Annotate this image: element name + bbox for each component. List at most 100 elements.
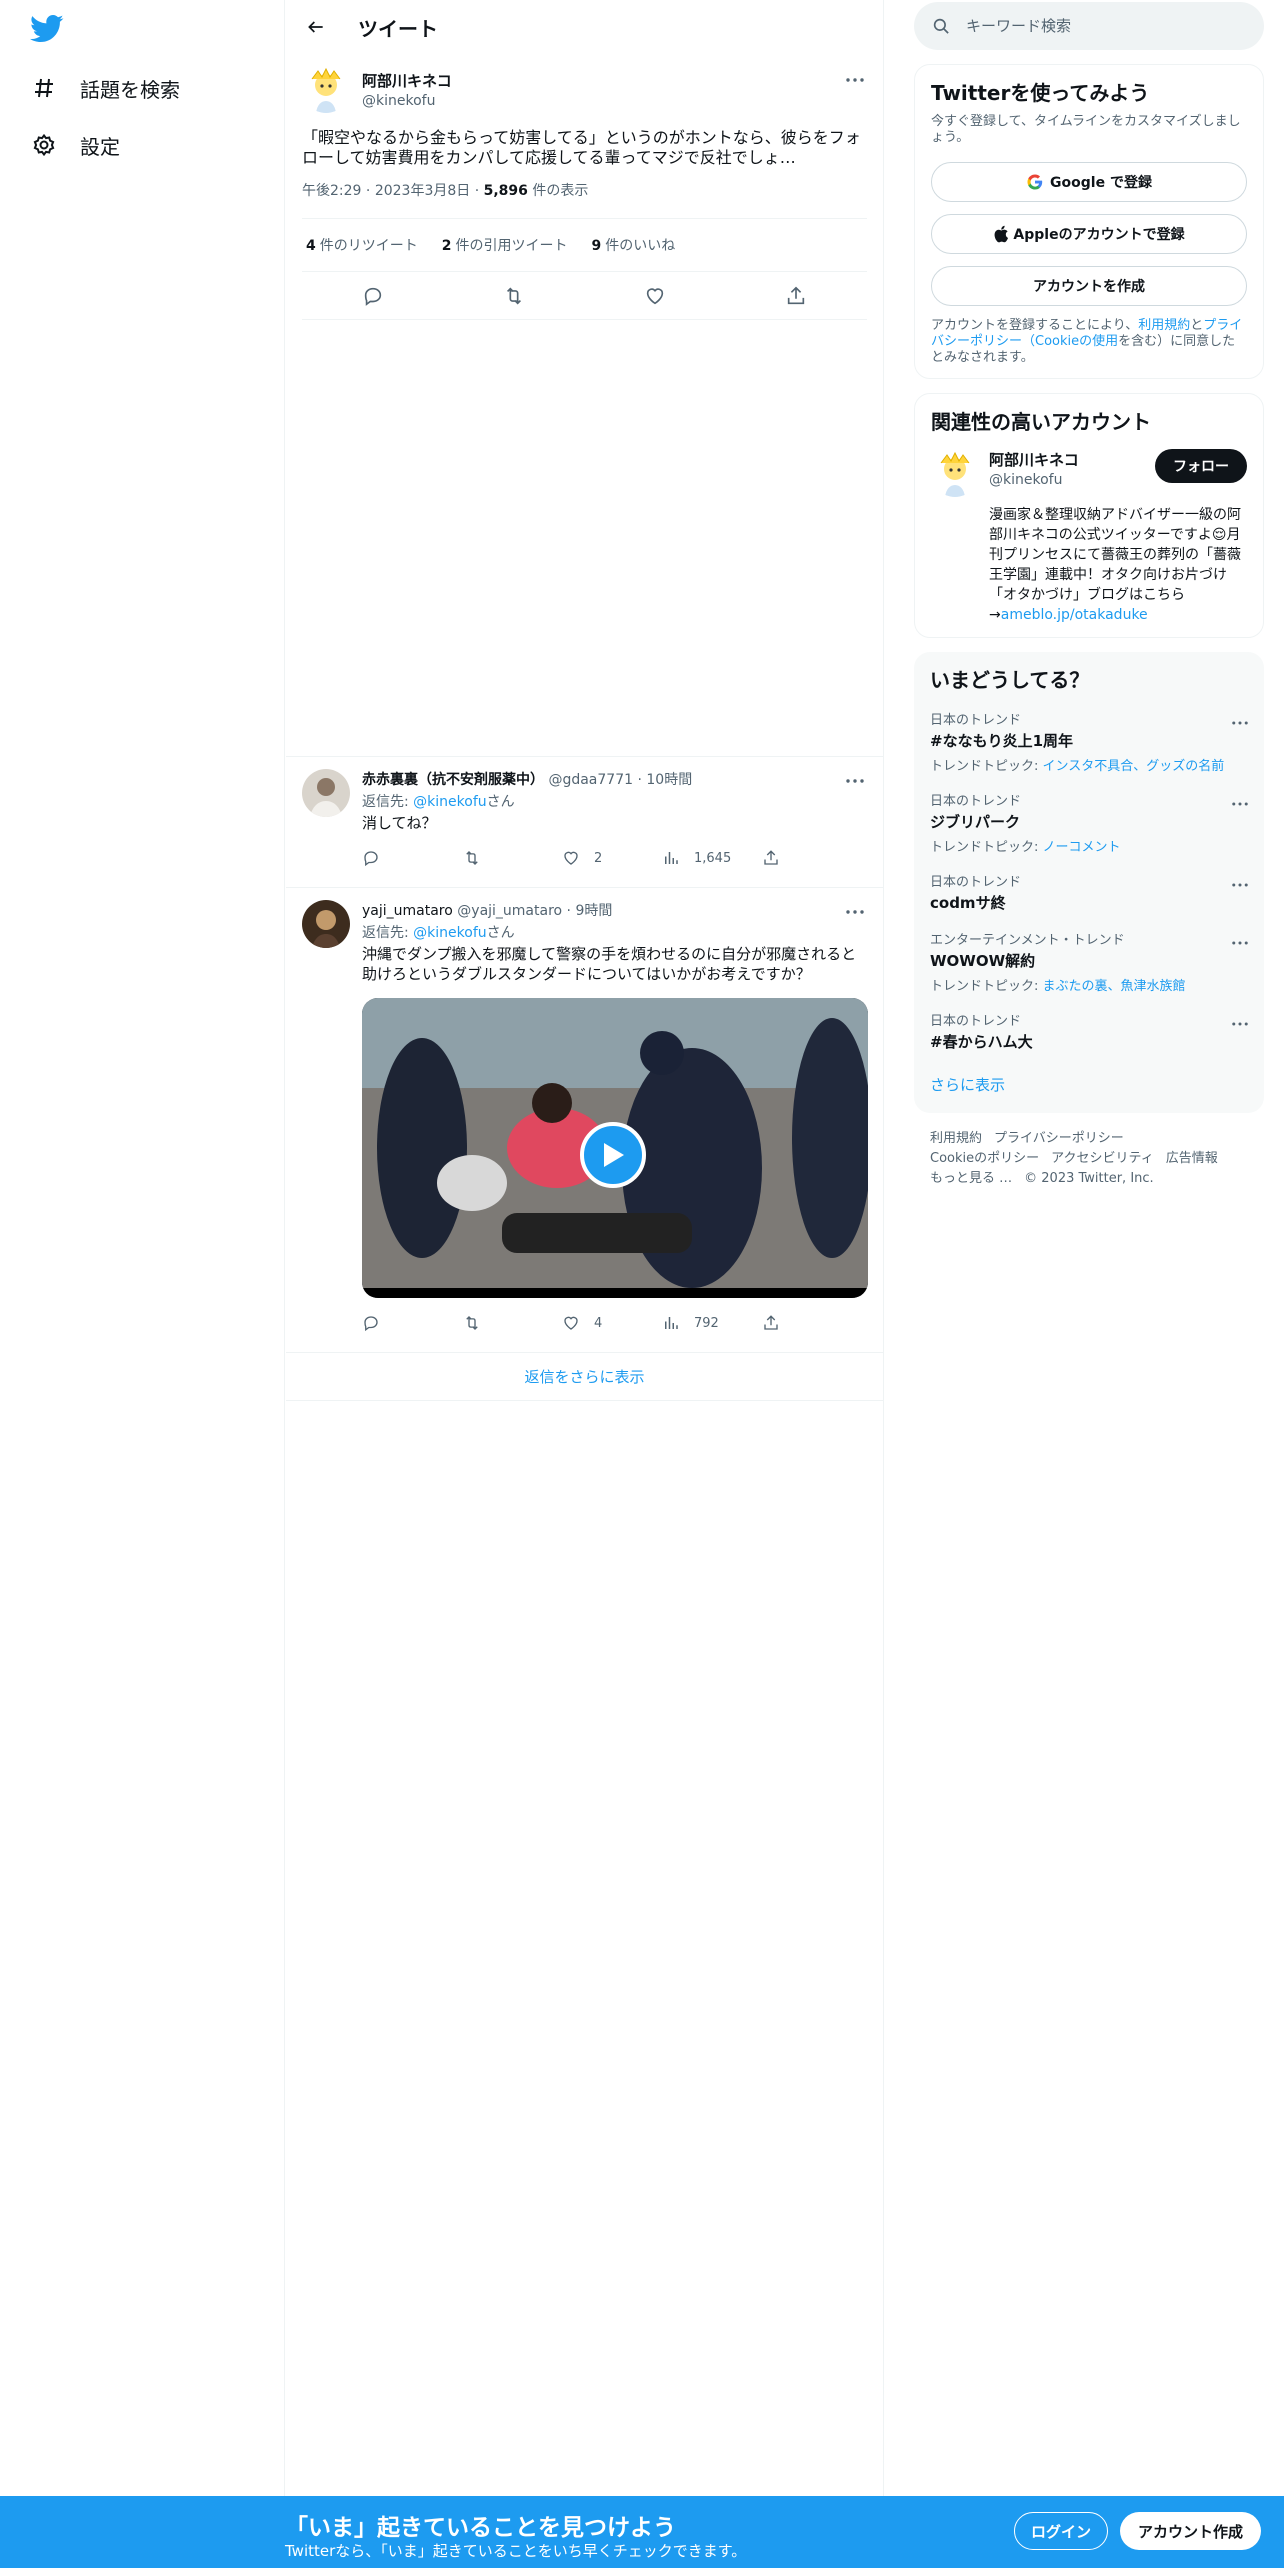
back-button[interactable] — [300, 11, 332, 43]
reply-author-name[interactable]: 赤赤裏裏（抗不安剤服薬中） — [362, 772, 544, 788]
terms-link[interactable]: 利用規約 — [1138, 318, 1190, 333]
trend-topic-link[interactable]: ノーコメント — [1043, 840, 1121, 855]
quotes-label: 件の引用ツイート — [455, 238, 568, 254]
search-input[interactable] — [966, 17, 1226, 35]
play-icon — [604, 1143, 624, 1167]
reply-author-name[interactable]: yaji_umataro — [362, 903, 453, 919]
likes-count: 9 — [591, 238, 602, 254]
more-dots-icon — [1232, 941, 1248, 945]
twitter-bird-icon[interactable] — [30, 14, 64, 44]
reply-author-handle[interactable]: @yaji_umataro — [457, 903, 562, 919]
sidebar-item-settings[interactable]: 設定 — [30, 125, 120, 165]
trend-topic-link[interactable]: まぶたの裏、魚津水族館 — [1043, 979, 1186, 994]
share-button[interactable] — [778, 278, 814, 314]
sidebar-item-label: 話題を検索 — [80, 77, 180, 102]
reply-time[interactable]: 9時間 — [575, 903, 612, 919]
retweet-button[interactable] — [462, 849, 562, 867]
footer-link[interactable]: アクセシビリティ — [1051, 1151, 1154, 1166]
main-column: ツイート 阿部川キネコ @kinekofu 「暇空やなるから金もらって妨害してる… — [286, 0, 884, 2496]
more-button[interactable] — [843, 769, 867, 793]
quotes-stat[interactable]: 2 件の引用ツイート — [438, 235, 568, 255]
trend-item[interactable]: 日本のトレンド #ななもり炎上1周年 トレンドトピック: インスタ不具合、グッズ… — [930, 709, 1248, 774]
more-button[interactable] — [1228, 931, 1252, 955]
trend-category: エンターテインメント・トレンド — [930, 933, 1125, 948]
reply-time[interactable]: 10時間 — [646, 772, 692, 788]
footer-link[interactable]: Cookieのポリシー — [930, 1151, 1039, 1166]
tweet-time[interactable]: 午後2:29 — [302, 183, 361, 199]
create-account-button[interactable]: アカウントを作成 — [931, 266, 1247, 306]
more-dots-icon — [1232, 802, 1248, 806]
like-button[interactable]: 2 — [562, 849, 662, 867]
retweets-stat[interactable]: 4 件のリツイート — [302, 235, 418, 255]
mention-link[interactable]: @kinekofu — [413, 925, 486, 941]
avatar[interactable] — [302, 900, 350, 948]
share-button[interactable] — [762, 1314, 862, 1332]
related-account-name[interactable]: 阿部川キネコ — [989, 449, 1079, 470]
trend-item[interactable]: 日本のトレンド ジブリパーク トレンドトピック: ノーコメント — [930, 790, 1248, 855]
footer-more-link[interactable]: もっと見る … — [930, 1171, 1012, 1186]
more-button[interactable] — [1228, 873, 1252, 897]
reply-author-handle[interactable]: @gdaa7771 — [548, 772, 633, 788]
trend-item[interactable]: エンターテインメント・トレンド WOWOW解約 トレンドトピック: まぶたの裏、… — [930, 929, 1248, 994]
trend-topic-label: トレンドトピック: — [930, 840, 1043, 855]
sidebar-item-explore[interactable]: 話題を検索 — [30, 68, 180, 108]
trend-topic: トレンドトピック: インスタ不具合、グッズの名前 — [930, 755, 1248, 774]
google-signup-button[interactable]: Google で登録 — [931, 162, 1247, 202]
more-button[interactable] — [1228, 1012, 1252, 1036]
more-button[interactable] — [843, 900, 867, 924]
reply-button[interactable] — [362, 849, 462, 867]
tweet-date[interactable]: 2023年3月8日 — [375, 183, 470, 199]
bio-link[interactable]: ameblo.jp/otakaduke — [1001, 607, 1148, 623]
views-button[interactable]: 792 — [662, 1314, 762, 1332]
reply-to: 返信先: @kinekofuさん — [362, 922, 868, 942]
reply-button[interactable] — [355, 278, 391, 314]
avatar[interactable] — [302, 769, 350, 817]
author-handle[interactable]: @kinekofu — [362, 93, 452, 109]
retweet-button[interactable] — [462, 1314, 562, 1332]
more-button[interactable] — [1228, 711, 1252, 735]
trend-topic-link[interactable]: インスタ不具合、グッズの名前 — [1043, 759, 1225, 774]
terms-part: と — [1190, 318, 1204, 333]
video-player[interactable] — [362, 998, 868, 1298]
views-button[interactable]: 1,645 — [662, 849, 762, 867]
show-more-replies-button[interactable]: 返信をさらに表示 — [286, 1353, 883, 1401]
footer-link[interactable]: 利用規約 — [930, 1131, 982, 1146]
share-button[interactable] — [762, 849, 862, 867]
trend-category: 日本のトレンド — [930, 1014, 1022, 1029]
related-account-handle[interactable]: @kinekofu — [989, 472, 1079, 488]
more-dots-icon — [846, 78, 864, 82]
trend-item[interactable]: 日本のトレンド #春からハム大 — [930, 1010, 1248, 1052]
author-name[interactable]: 阿部川キネコ — [362, 70, 452, 91]
search-box[interactable] — [914, 2, 1264, 50]
login-button[interactable]: ログイン — [1014, 2512, 1109, 2550]
more-button[interactable] — [1228, 792, 1252, 816]
follow-button[interactable]: フォロー — [1155, 449, 1247, 483]
signup-button[interactable]: アカウント作成 — [1120, 2512, 1262, 2550]
trends-show-more-link[interactable]: さらに表示 — [930, 1074, 1248, 1095]
trend-item[interactable]: 日本のトレンド codmサ終 — [930, 871, 1248, 913]
like-button[interactable] — [637, 278, 673, 314]
trend-category: 日本のトレンド — [930, 875, 1022, 890]
reply-tweet[interactable]: 赤赤裏裏（抗不安剤服薬中） @gdaa7771 · 10時間 返信先: @kin… — [286, 756, 883, 888]
copyright: © 2023 Twitter, Inc. — [1024, 1171, 1154, 1186]
footer-link[interactable]: 広告情報 — [1166, 1151, 1218, 1166]
apple-signup-button[interactable]: Appleのアカウントで登録 — [931, 214, 1247, 254]
avatar[interactable] — [302, 65, 350, 113]
related-account[interactable]: 阿部川キネコ @kinekofu フォロー — [931, 449, 1247, 497]
reply-tweet[interactable]: yaji_umataro @yaji_umataro · 9時間 返信先: @k… — [286, 888, 883, 1353]
play-button[interactable] — [580, 1122, 646, 1188]
mention-link[interactable]: @kinekofu — [413, 794, 486, 810]
more-button[interactable] — [843, 68, 867, 92]
terms-text: アカウントを登録することにより、利用規約とプライバシーポリシー（Cookieの使… — [931, 318, 1247, 366]
reply-button[interactable] — [362, 1314, 462, 1332]
trend-name: ジブリパーク — [930, 813, 1021, 831]
search-icon — [933, 18, 949, 34]
more-dots-icon — [1232, 1022, 1248, 1026]
analytics-icon — [665, 852, 678, 864]
retweet-button[interactable] — [496, 278, 532, 314]
likes-stat[interactable]: 9 件のいいね — [588, 235, 676, 255]
terms-part: アカウントを登録することにより、 — [931, 318, 1139, 333]
like-button[interactable]: 4 — [562, 1314, 662, 1332]
footer-link[interactable]: プライバシーポリシー — [994, 1131, 1124, 1146]
avatar[interactable] — [931, 449, 979, 497]
